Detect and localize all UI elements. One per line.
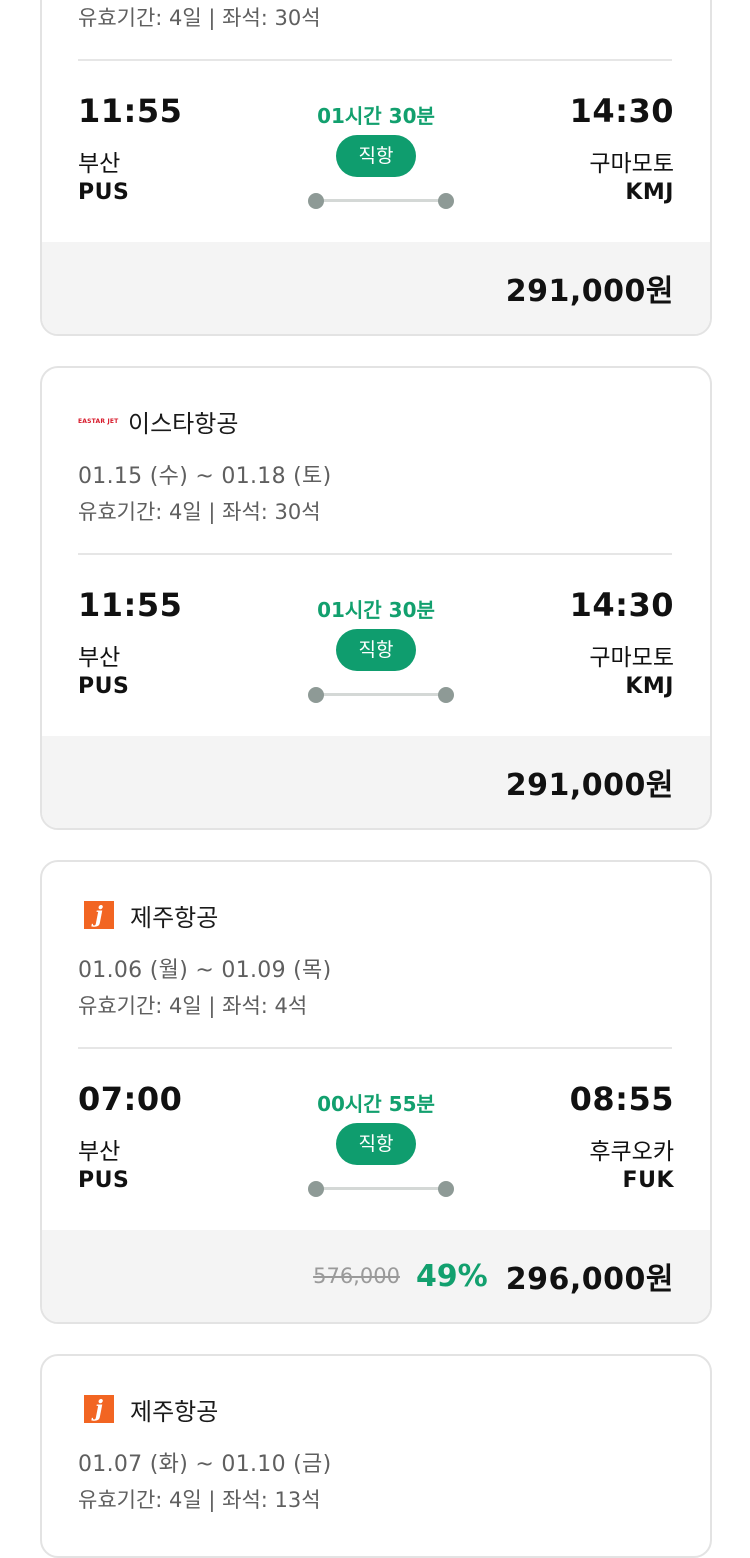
departure-airport-code: PUS xyxy=(78,180,130,205)
jeju-air-logo-icon: j xyxy=(84,1395,114,1423)
price: 291,000원 xyxy=(505,768,674,803)
departure-time: 11:55 xyxy=(78,586,183,624)
validity-text: 유효기간: 4일 | 좌석: 4석 xyxy=(78,994,308,1018)
divider xyxy=(78,1047,672,1049)
arrival-time: 14:30 xyxy=(569,92,674,130)
price-bar: 291,000원 xyxy=(42,242,710,334)
validity-text: 유효기간: 4일 | 좌석: 30석 xyxy=(78,6,321,30)
arrival-city: 후쿠오카 xyxy=(589,1139,674,1165)
arrival-city: 구마모토 xyxy=(589,645,674,671)
discount-rate: 49% xyxy=(415,1258,488,1294)
price: 296,000원 xyxy=(505,1262,674,1297)
price-bar: 576,000 49% 296,000원 xyxy=(42,1230,710,1322)
flight-card[interactable]: j 제주항공 01.07 (화) ~ 01.10 (금) 유효기간: 4일 | … xyxy=(40,1354,712,1558)
original-price: 576,000 xyxy=(313,1264,400,1288)
flight-duration: 01시간 30분 xyxy=(317,104,435,128)
destination-dot xyxy=(438,1181,454,1197)
route-line xyxy=(308,1181,454,1197)
departure-time: 11:55 xyxy=(78,92,183,130)
origin-dot xyxy=(308,1181,324,1197)
origin-dot xyxy=(308,687,324,703)
flight-card[interactable]: 유효기간: 4일 | 좌석: 30석 11:55 01시간 30분 14:30 … xyxy=(40,0,712,336)
divider xyxy=(78,59,672,61)
divider xyxy=(78,553,672,555)
direct-flight-badge: 직항 xyxy=(336,135,416,177)
arrival-time: 08:55 xyxy=(569,1080,674,1118)
destination-dot xyxy=(438,687,454,703)
trip-dates: 01.07 (화) ~ 01.10 (금) xyxy=(78,1452,332,1477)
trip-dates: 01.15 (수) ~ 01.18 (토) xyxy=(78,464,332,489)
airline-row: EASTAR JET 이스타항공 xyxy=(78,406,239,438)
direct-flight-badge: 직항 xyxy=(336,629,416,671)
route-line xyxy=(308,687,454,703)
departure-city: 부산 xyxy=(78,1139,121,1165)
price-bar: 291,000원 xyxy=(42,736,710,828)
flight-card[interactable]: EASTAR JET 이스타항공 01.15 (수) ~ 01.18 (토) 유… xyxy=(40,366,712,830)
airline-name: 제주항공 xyxy=(130,1397,219,1426)
airline-row: j 제주항공 xyxy=(78,1394,219,1426)
departure-city: 부산 xyxy=(78,151,121,177)
arrival-airport-code: KMJ xyxy=(625,180,674,205)
arrival-airport-code: FUK xyxy=(622,1168,674,1193)
eastar-jet-logo-icon: EASTAR JET xyxy=(78,417,119,425)
trip-dates: 01.06 (월) ~ 01.09 (목) xyxy=(78,958,332,983)
route-line xyxy=(308,193,454,209)
jeju-air-logo-icon: j xyxy=(84,901,114,929)
arrival-time: 14:30 xyxy=(569,586,674,624)
airline-row: j 제주항공 xyxy=(78,900,219,932)
flight-card[interactable]: j 제주항공 01.06 (월) ~ 01.09 (목) 유효기간: 4일 | … xyxy=(40,860,712,1324)
price: 291,000원 xyxy=(505,274,674,309)
direct-flight-badge: 직항 xyxy=(336,1123,416,1165)
flight-duration: 01시간 30분 xyxy=(317,598,435,622)
departure-time: 07:00 xyxy=(78,1080,183,1118)
origin-dot xyxy=(308,193,324,209)
departure-airport-code: PUS xyxy=(78,1168,130,1193)
validity-text: 유효기간: 4일 | 좌석: 30석 xyxy=(78,500,321,524)
airline-name: 이스타항공 xyxy=(128,409,239,438)
departure-city: 부산 xyxy=(78,645,121,671)
departure-airport-code: PUS xyxy=(78,674,130,699)
arrival-airport-code: KMJ xyxy=(625,674,674,699)
airline-name: 제주항공 xyxy=(130,903,219,932)
destination-dot xyxy=(438,193,454,209)
arrival-city: 구마모토 xyxy=(589,151,674,177)
flight-duration: 00시간 55분 xyxy=(317,1092,435,1116)
